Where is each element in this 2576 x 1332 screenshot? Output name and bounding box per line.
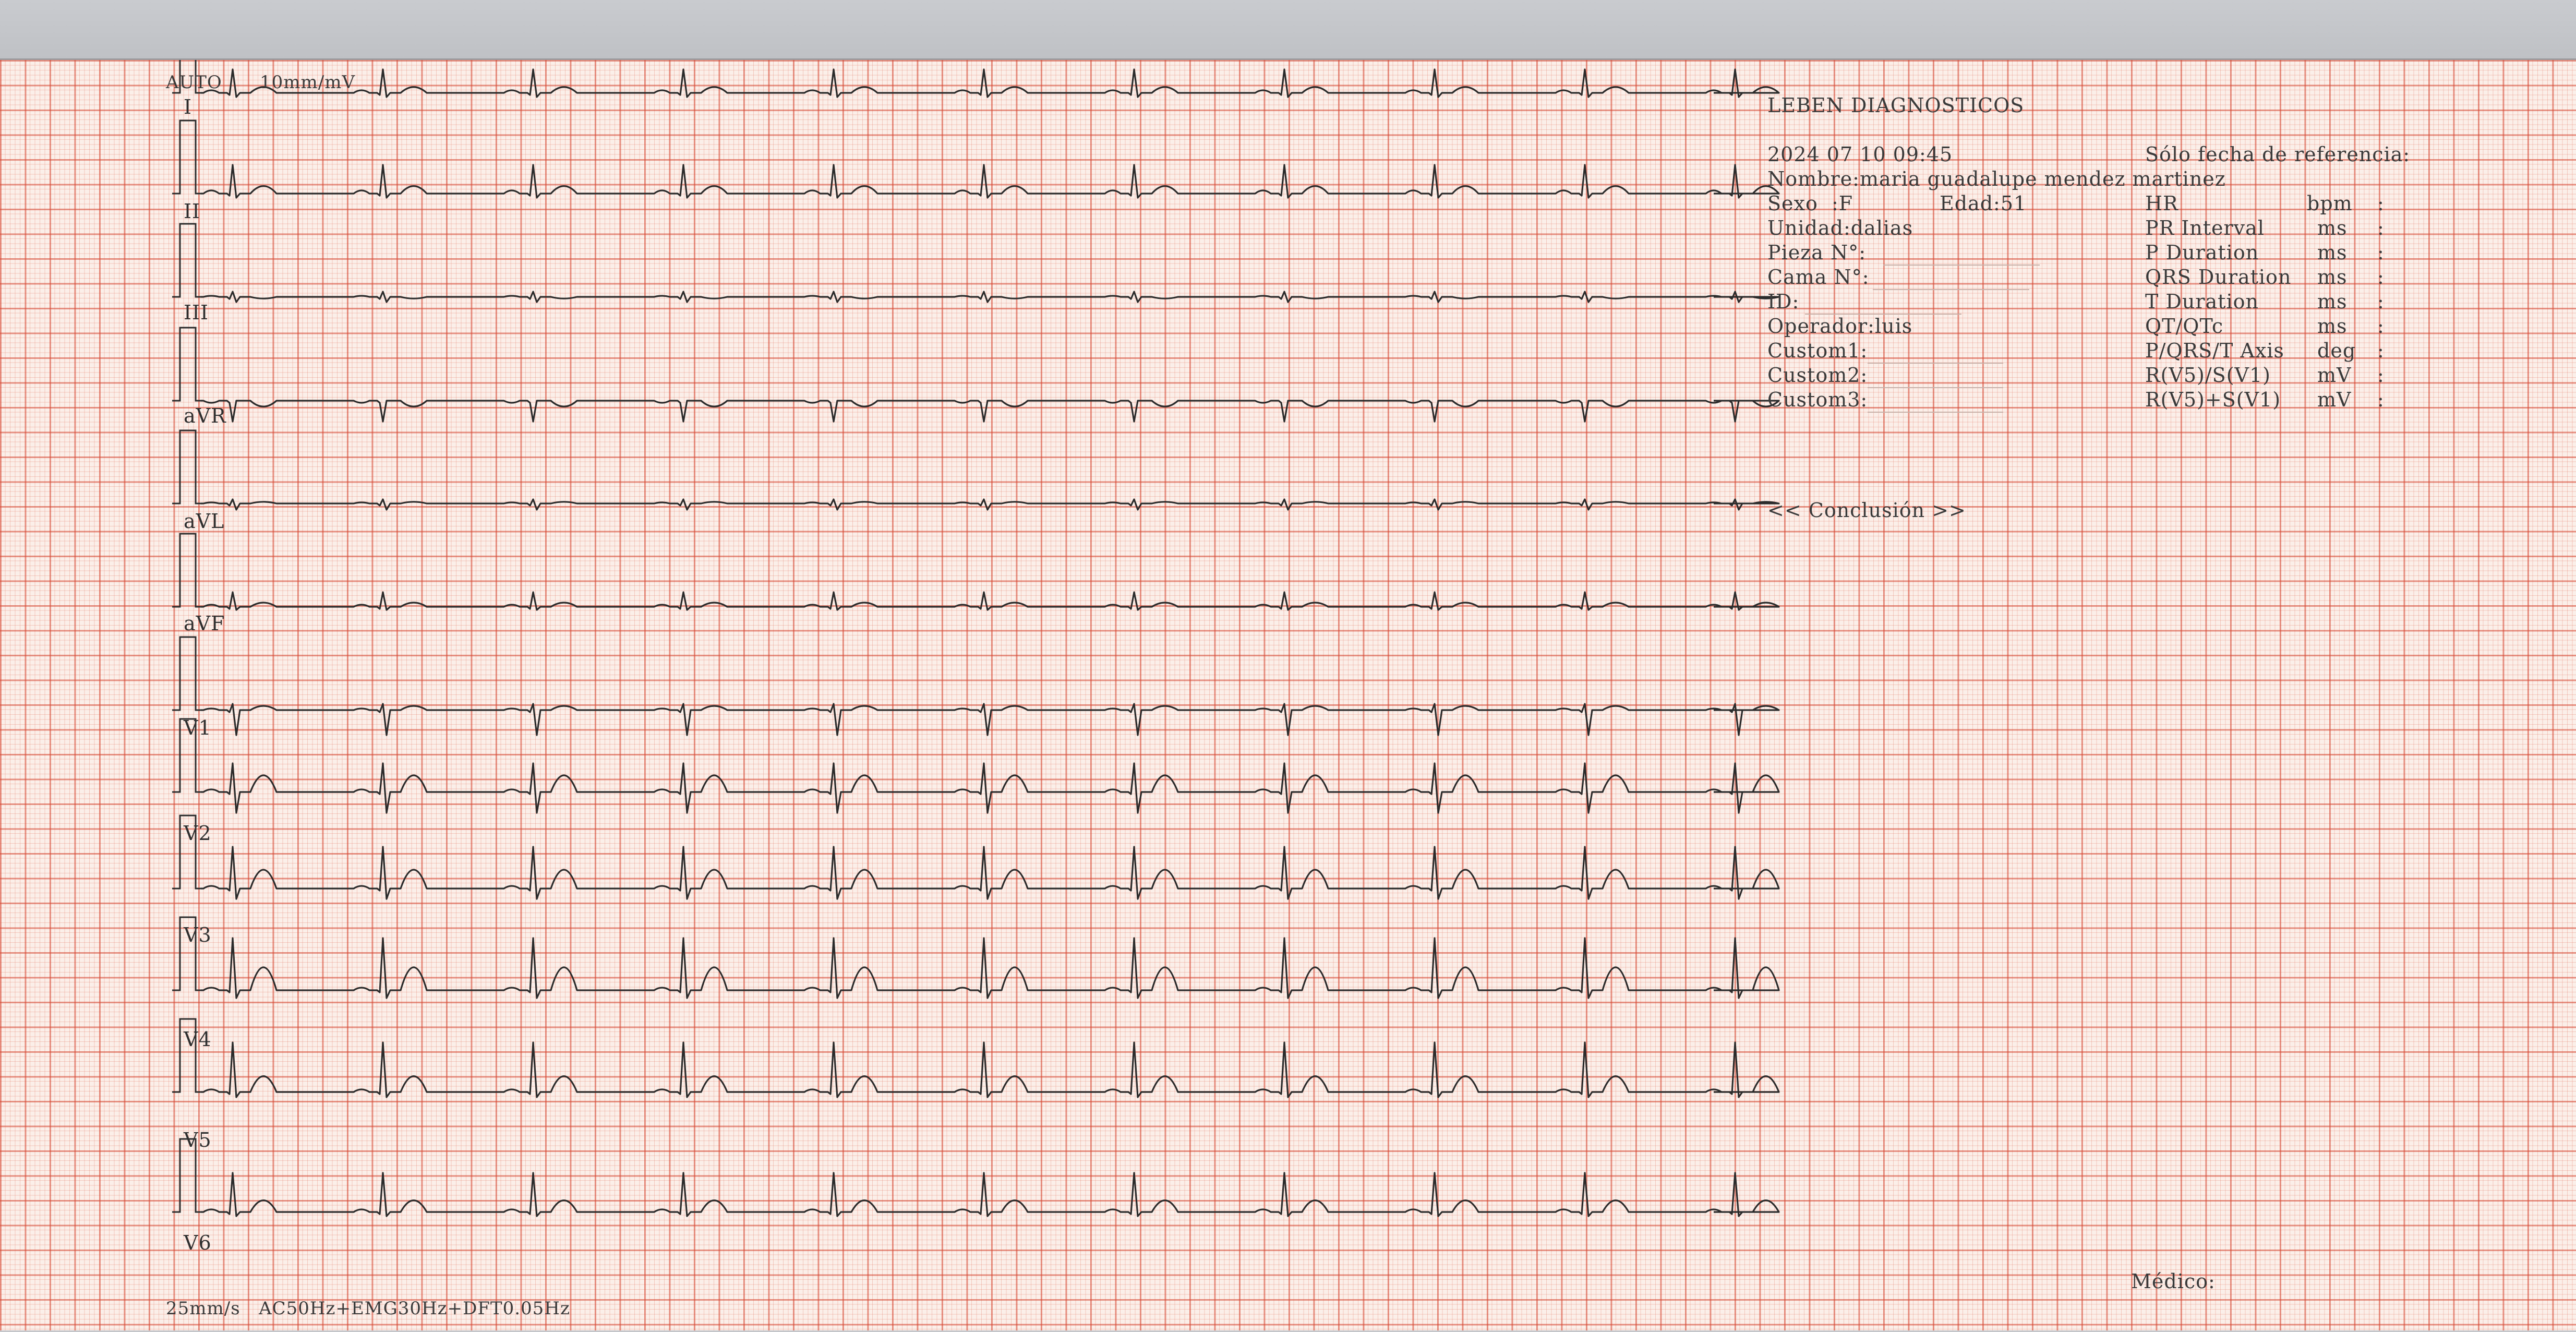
custom2: Custom2: [1767, 364, 1868, 387]
lead-label-V3: V3 [184, 923, 212, 946]
measurement-unit: deg [2317, 339, 2356, 362]
physician-label: Médico: [2131, 1270, 2216, 1293]
measurement-separator: : [2377, 290, 2385, 313]
custom3: Custom3: [1767, 388, 1868, 411]
measurement-label: P/QRS/T Axis [2145, 339, 2284, 362]
patient-sex: Sexo :F [1767, 192, 1853, 215]
ecg-trace-I [201, 68, 1780, 98]
conclusion-heading: << Conclusión >> [1767, 499, 1966, 522]
measurement-label: QT/QTc [2145, 315, 2224, 338]
ecg-trace-V4 [201, 937, 1780, 999]
calibration-pulse [172, 429, 201, 505]
measurement-unit: ms [2317, 217, 2348, 239]
custom3-underline [1868, 412, 2003, 413]
measurement-label: R(V5)/S(V1) [2145, 364, 2271, 387]
measurement-separator: : [2377, 315, 2385, 338]
lead-label-V5: V5 [184, 1129, 212, 1151]
measurement-unit: bpm [2307, 192, 2353, 215]
measurement-table: HR bpm : PR Interval ms : P Duration ms … [2145, 191, 2479, 421]
ecg-trace-V2 [201, 762, 1780, 814]
custom2-underline [1868, 387, 2003, 388]
patient-room: Pieza N°: [1767, 241, 1867, 264]
measurement-separator: : [2377, 217, 2385, 239]
measurement-label: P Duration [2145, 241, 2259, 264]
calibration-pulse [172, 327, 201, 402]
measurement-unit: ms [2317, 290, 2348, 313]
ecg-trace-aVL [201, 498, 1780, 511]
ecg-trace-V1 [201, 703, 1780, 736]
patient-age: Edad:51 [1940, 192, 2027, 215]
lead-label-V4: V4 [184, 1028, 212, 1051]
measurement-separator: : [2377, 266, 2385, 289]
auto-mode-label: AUTO [166, 72, 222, 93]
measurement-unit: mV [2317, 364, 2352, 387]
room-underline [1883, 265, 2040, 266]
lead-label-aVR: aVR [184, 404, 226, 427]
calibration-pulse [172, 119, 201, 195]
clinic-name: LEBEN DIAGNOSTICOS [1767, 94, 2025, 117]
reference-date-note: Sólo fecha de referencia: [2145, 143, 2411, 166]
custom1-underline [1868, 363, 2003, 364]
measurement-separator: : [2377, 388, 2385, 411]
lead-label-I: I [184, 95, 192, 118]
ecg-trace-V3 [201, 846, 1780, 900]
calibration-pulse [172, 533, 201, 608]
custom1: Custom1: [1767, 339, 1868, 362]
measurement-label: T Duration [2145, 290, 2259, 313]
ecg-paper: AUTO 10mm/mV I II III aVR aVL aVF V1 V2 … [0, 58, 2576, 1330]
measurement-unit: mV [2317, 388, 2352, 411]
patient-unit: Unidad:dalias [1767, 217, 1913, 239]
operator: Operador:luis [1767, 315, 1913, 338]
exam-datetime: 2024 07 10 09:45 [1767, 143, 1953, 166]
measurement-separator: : [2377, 192, 2385, 215]
calibration-pulse [172, 223, 201, 298]
measurement-label: QRS Duration [2145, 266, 2292, 289]
lead-label-aVF: aVF [184, 612, 225, 635]
measurement-separator: : [2377, 364, 2385, 387]
lead-label-II: II [184, 200, 201, 223]
measurement-label: PR Interval [2145, 217, 2265, 239]
measurement-unit: ms [2317, 266, 2348, 289]
ecg-trace-V6 [201, 1172, 1780, 1217]
lead-label-aVL: aVL [184, 510, 225, 533]
measurement-unit: ms [2317, 241, 2348, 264]
ecg-trace-V5 [201, 1041, 1780, 1098]
patient-bed: Cama N°: [1767, 266, 1870, 289]
sensitivity-label: 10mm/mV [260, 72, 355, 93]
lead-label-V6: V6 [184, 1231, 212, 1254]
bed-underline [1873, 289, 2029, 290]
patient-id: ID: [1767, 290, 1800, 313]
measurement-label: HR [2145, 192, 2178, 215]
ecg-trace-aVF [201, 591, 1780, 611]
ecg-trace-III [201, 291, 1780, 303]
lead-label-V1: V1 [184, 716, 212, 739]
patient-name: Nombre:maria guadalupe mendez martinez [1767, 167, 2226, 190]
measurement-unit: ms [2317, 315, 2348, 338]
measurement-separator: : [2377, 339, 2385, 362]
calibration-pulse [172, 636, 201, 711]
lead-label-III: III [184, 301, 209, 324]
measurement-separator: : [2377, 241, 2385, 264]
lead-label-V2: V2 [184, 822, 212, 845]
ecg-trace-aVR [201, 400, 1780, 423]
recording-settings: 25mm/s AC50Hz+EMG30Hz+DFT0.05Hz [166, 1298, 570, 1319]
ecg-trace-II [201, 164, 1780, 199]
measurement-label: R(V5)+S(V1) [2145, 388, 2281, 411]
window-title-bar [0, 0, 2576, 58]
